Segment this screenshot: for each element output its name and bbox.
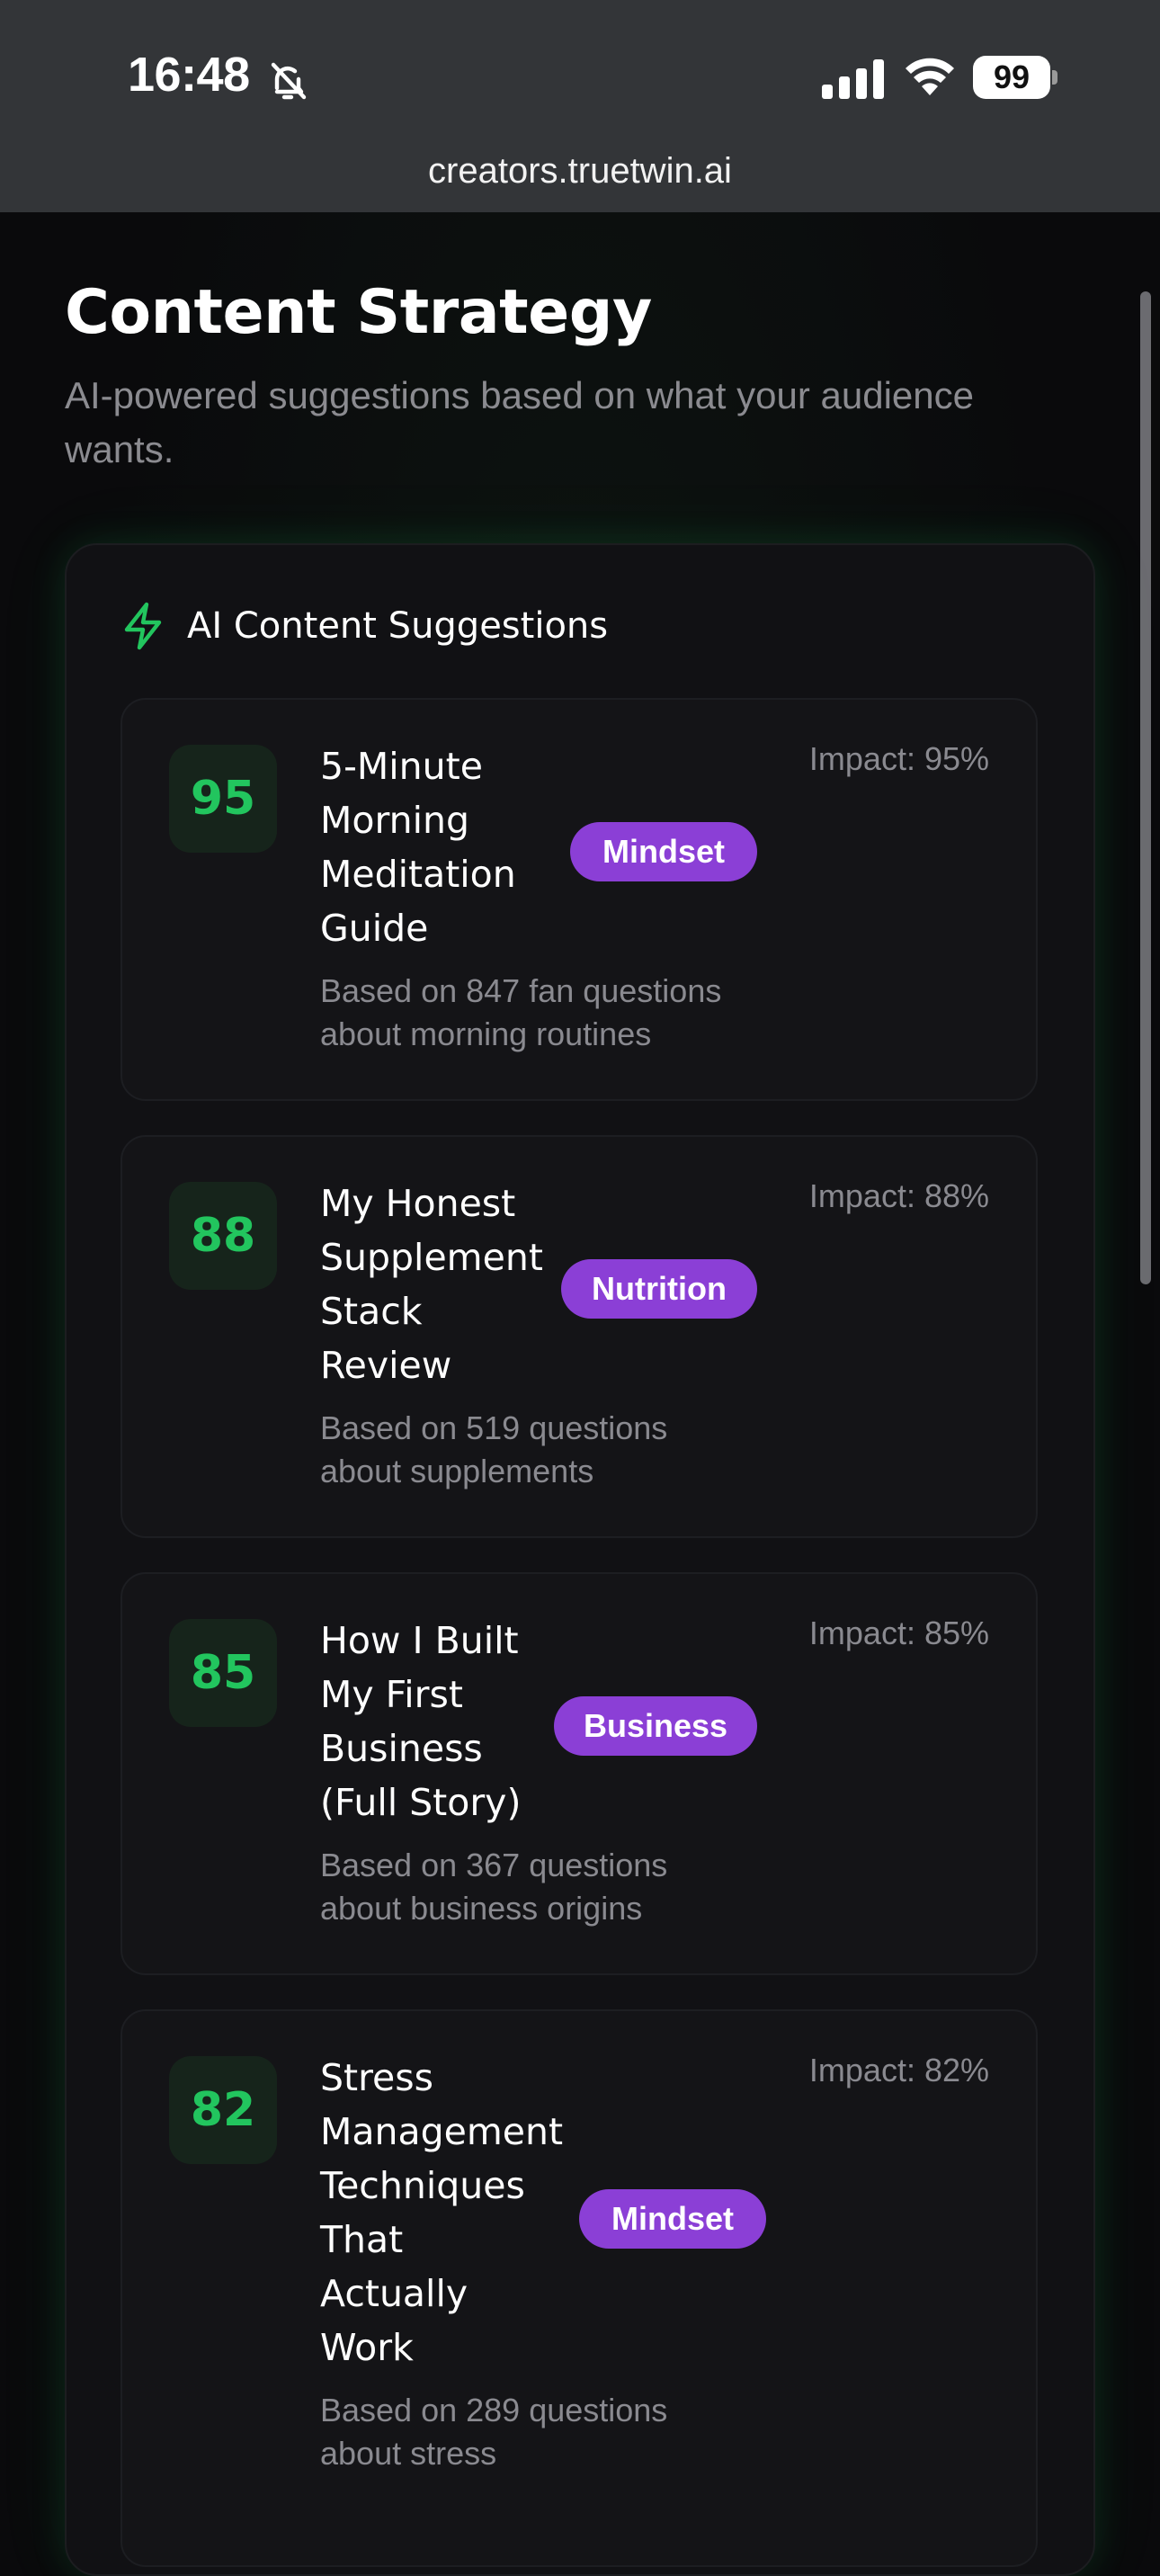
impact-label: Impact: 82% xyxy=(808,2052,989,2089)
bell-slash-icon xyxy=(271,62,307,100)
battery-level: 99 xyxy=(973,56,1050,99)
score-badge: 82 xyxy=(169,2056,277,2164)
wifi-icon xyxy=(906,58,954,95)
page-subtitle: AI-powered suggestions based on what you… xyxy=(65,374,974,470)
page-title: Content Strategy xyxy=(65,277,652,348)
lightning-bolt-icon xyxy=(124,602,162,650)
impact-label: Impact: 88% xyxy=(808,1177,989,1214)
suggestion-description: Based on 847 fan questions about morning… xyxy=(320,972,722,1052)
suggestion-card[interactable]: 82 Stress Management Techniques That Act… xyxy=(120,2009,1038,2567)
suggestion-card[interactable]: 88 My Honest Supplement Stack Review Nut… xyxy=(120,1135,1038,1538)
suggestion-description: Based on 519 questions about supplements xyxy=(320,1409,668,1489)
status-time: 16:48 xyxy=(128,48,250,102)
browser-chrome: 16:48 99 creators.truetwin.ai xyxy=(0,0,1160,212)
category-tag: Mindset xyxy=(570,822,757,881)
category-tag: Business xyxy=(554,1696,757,1756)
suggestion-card[interactable]: 85 How I Built My First Business (Full S… xyxy=(120,1572,1038,1975)
url-bar[interactable]: creators.truetwin.ai xyxy=(0,151,1160,192)
suggestion-title: My Honest Supplement Stack Review xyxy=(320,1182,543,1387)
battery-icon: 99 xyxy=(973,56,1057,99)
panel-header: AI Content Suggestions xyxy=(187,605,609,647)
impact-label: Impact: 85% xyxy=(808,1614,989,1651)
suggestion-card[interactable]: 95 5-Minute Morning Meditation Guide Min… xyxy=(120,698,1038,1101)
suggestion-title: 5-Minute Morning Meditation Guide xyxy=(320,745,516,950)
category-tag: Mindset xyxy=(579,2189,766,2249)
score-badge: 85 xyxy=(169,1619,277,1727)
suggestion-description: Based on 367 questions about business or… xyxy=(320,1847,668,1927)
suggestion-title: Stress Management Techniques That Actual… xyxy=(320,2056,564,2369)
battery-nub xyxy=(1052,70,1057,85)
score-badge: 88 xyxy=(169,1182,277,1290)
score-badge: 95 xyxy=(169,745,277,853)
category-tag: Nutrition xyxy=(561,1259,757,1319)
impact-label: Impact: 95% xyxy=(808,740,989,777)
scrollbar[interactable] xyxy=(1140,291,1151,1284)
suggestion-description: Based on 289 questions about stress xyxy=(320,2392,668,2472)
cellular-signal-icon xyxy=(822,59,884,99)
suggestion-title: How I Built My First Business (Full Stor… xyxy=(320,1619,522,1824)
